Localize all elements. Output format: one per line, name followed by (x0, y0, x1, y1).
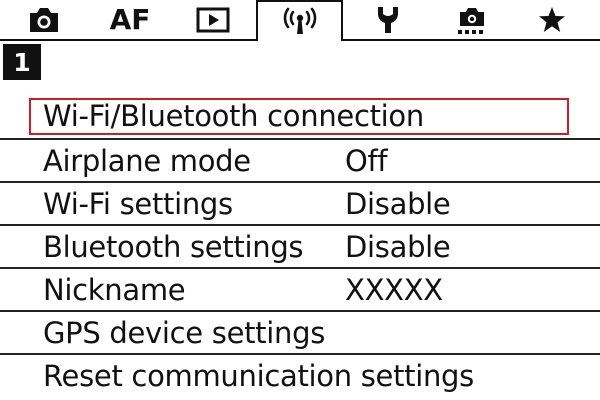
playback-icon (196, 7, 230, 33)
tab-af[interactable]: AF (100, 0, 160, 40)
menu-item-wifi-settings[interactable]: Wi-Fi settings Disable (0, 181, 600, 224)
menu-item-label: Reset communication settings (43, 358, 474, 393)
menu-item-label: Nickname (43, 272, 186, 307)
tab-custom-functions[interactable] (442, 0, 502, 40)
settings-menu-list: Wi-Fi/Bluetooth connection Airplane mode… (0, 95, 600, 396)
menu-item-bluetooth-settings[interactable]: Bluetooth settings Disable (0, 224, 600, 267)
menu-item-gps-device-settings[interactable]: GPS device settings (0, 310, 600, 353)
af-tab-label: AF (109, 3, 151, 36)
tab-wireless[interactable] (256, 0, 343, 41)
menu-item-reset-communication-settings[interactable]: Reset communication settings (0, 353, 600, 396)
tab-my-menu[interactable] (522, 0, 582, 40)
tab-playback[interactable] (183, 0, 243, 40)
menu-tab-bar: AF (0, 0, 600, 41)
menu-item-value: Disable (345, 229, 451, 264)
menu-item-label: GPS device settings (43, 315, 326, 350)
menu-item-airplane-mode[interactable]: Airplane mode Off (0, 138, 600, 181)
menu-item-label: Wi-Fi/Bluetooth connection (43, 98, 424, 133)
menu-item-value: Disable (345, 186, 451, 221)
wireless-icon (280, 7, 320, 37)
star-icon (537, 5, 567, 35)
menu-item-value: XXXXX (345, 272, 443, 307)
tab-setup[interactable] (358, 0, 418, 40)
wrench-icon (375, 5, 401, 35)
menu-item-label: Airplane mode (43, 143, 251, 178)
menu-item-label: Wi-Fi settings (43, 186, 233, 221)
page-number-badge: 1 (3, 44, 41, 80)
custom-functions-icon (455, 4, 489, 36)
menu-item-wifi-bluetooth-connection[interactable]: Wi-Fi/Bluetooth connection (0, 95, 600, 138)
menu-item-label: Bluetooth settings (43, 229, 304, 264)
tab-shooting[interactable] (14, 0, 74, 40)
camera-icon (27, 6, 61, 34)
menu-item-value: Off (345, 143, 388, 178)
menu-item-nickname[interactable]: Nickname XXXXX (0, 267, 600, 310)
